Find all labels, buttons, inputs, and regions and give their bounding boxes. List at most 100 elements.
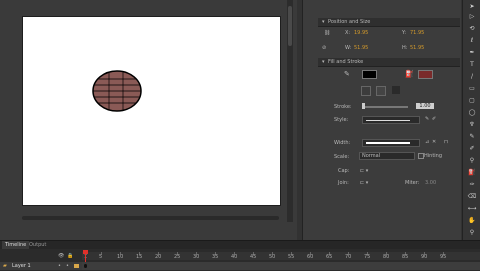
stage-svg — [92, 70, 142, 112]
frame-number: 75 — [364, 254, 371, 260]
width-options-icon[interactable]: ⊓ — [444, 139, 448, 145]
lasso-tool-icon[interactable]: ℓ — [463, 36, 480, 46]
playhead-handle[interactable] — [83, 250, 88, 254]
width-tool-icon[interactable]: ⊿ — [425, 139, 429, 145]
paint-brush-tool-icon[interactable]: ✐ — [463, 144, 480, 154]
stroke-slider[interactable] — [364, 106, 408, 108]
tab-output[interactable]: Output — [26, 241, 49, 249]
cap-dropdown[interactable]: ⊏ ▾ — [360, 168, 368, 174]
stroke-label: Stroke: — [334, 104, 352, 110]
bucket-icon: ⛽ — [405, 70, 414, 78]
y-field[interactable]: 71.95 — [410, 30, 424, 36]
cap-label: Cap: — [338, 168, 350, 174]
frame-number: 45 — [250, 254, 257, 260]
text-tool-icon[interactable]: T — [463, 60, 480, 70]
y-label: Y: — [402, 30, 407, 36]
show-hide-icon[interactable]: 👁 — [58, 253, 64, 259]
vertical-scroll-thumb[interactable] — [288, 6, 292, 46]
subselection-tool-icon[interactable]: ▷ — [463, 12, 480, 22]
width-delete-icon[interactable]: ✕ — [432, 139, 436, 145]
brush-library-icon[interactable]: ✐ — [432, 116, 436, 122]
fill-stroke-chevron-icon: ▾ — [322, 59, 325, 65]
layer-icon: ▰ — [3, 263, 7, 269]
stroke-value-field[interactable]: 1.00 — [416, 103, 434, 109]
style-dropdown[interactable] — [362, 116, 420, 124]
stroke-color-swatch[interactable] — [362, 70, 377, 79]
keyframe[interactable] — [84, 264, 87, 268]
position-size-title: Position and Size — [328, 19, 371, 25]
lock-icon[interactable]: ⊘ — [322, 45, 326, 51]
frame-number: 55 — [288, 254, 295, 260]
pen-tool-icon[interactable]: ✒ — [463, 48, 480, 58]
scale-label: Scale: — [334, 154, 350, 160]
pencil-icon: ✎ — [344, 70, 350, 78]
h-label: H: — [402, 45, 408, 51]
frame-number: 15 — [136, 254, 143, 260]
width-label: Width: — [334, 140, 351, 146]
join-dropdown[interactable]: ⊏ ▾ — [360, 180, 368, 186]
miter-field[interactable]: 3.00 — [425, 180, 436, 186]
link-icon[interactable]: ⛓ — [324, 30, 330, 36]
frame-number: 5 — [99, 254, 103, 260]
no-color-button[interactable] — [392, 86, 400, 94]
layer-visibility-icon[interactable]: • — [58, 263, 61, 269]
x-field[interactable]: 19.95 — [354, 30, 368, 36]
bone-tool-icon[interactable]: ⚲ — [463, 156, 480, 166]
style-label: Style: — [334, 117, 349, 123]
fill-color-swatch[interactable] — [418, 70, 433, 79]
w-label: W: — [345, 45, 352, 51]
w-field[interactable]: 51.95 — [354, 45, 368, 51]
x-label: X: — [345, 30, 351, 36]
hinting-label: Hinting — [424, 153, 443, 159]
free-transform-tool-icon[interactable]: ⟲ — [463, 24, 480, 34]
layer-name[interactable]: Layer 1 — [12, 263, 31, 269]
tools-panel: ➤ ▷ ⟲ ℓ ✒ T / ▭ ▢ ◯ ♆ ✎ ✐ ⚲ ⛽ ✑ ⌫ ⟷ ✋ ⚲ — [462, 0, 480, 240]
frame-number: 80 — [383, 254, 390, 260]
frame-number: 85 — [402, 254, 409, 260]
frame-number: 10 — [117, 254, 124, 260]
join-label: Join: — [338, 180, 349, 186]
frame-number: 60 — [307, 254, 314, 260]
pencil-tool-icon[interactable]: ✎ — [463, 132, 480, 142]
frame-number: 20 — [155, 254, 162, 260]
scale-dropdown[interactable]: Normal — [359, 152, 415, 160]
paint-bucket-tool-icon[interactable]: ⛽ — [463, 168, 480, 178]
position-size-chevron-icon: ▾ — [322, 19, 325, 25]
zoom-tool-icon[interactable]: ⚲ — [463, 228, 480, 238]
horizontal-scrollbar[interactable] — [22, 216, 279, 220]
stroke-slider-handle[interactable] — [362, 103, 365, 109]
scale-value: Normal — [362, 153, 381, 159]
frame-number: 90 — [421, 254, 428, 260]
default-colors-button[interactable] — [376, 86, 386, 96]
timeline-tab-bar — [0, 241, 480, 249]
edit-style-icon[interactable]: ✎ — [425, 116, 429, 122]
layer-lock-icon[interactable]: • — [66, 263, 69, 269]
oval-tool-icon[interactable]: ◯ — [463, 108, 480, 118]
swap-colors-button[interactable] — [361, 86, 371, 96]
rectangle-tool-icon[interactable]: ▭ — [463, 84, 480, 94]
line-tool-icon[interactable]: / — [463, 72, 480, 82]
width-dropdown[interactable] — [362, 139, 420, 147]
frame-number: 70 — [345, 254, 352, 260]
frame-number: 35 — [212, 254, 219, 260]
panel-scroll-indicator — [440, 130, 446, 136]
frame-number: 25 — [174, 254, 181, 260]
lock-all-icon[interactable]: 🔒 — [67, 253, 73, 259]
eyedropper-tool-icon[interactable]: ✑ — [463, 180, 480, 190]
eraser-tool-icon[interactable]: ⌫ — [463, 192, 480, 202]
frame-number: 65 — [326, 254, 333, 260]
h-field[interactable]: 51.95 — [410, 45, 424, 51]
layer-frames[interactable] — [82, 262, 480, 270]
selection-tool-icon[interactable]: ➤ — [463, 2, 480, 12]
hand-tool-icon[interactable]: ✋ — [463, 216, 480, 226]
width-tool-icon-2[interactable]: ⟷ — [463, 204, 480, 214]
brush-tool-icon[interactable]: ♆ — [463, 120, 480, 130]
miter-label: Miter: — [405, 180, 420, 186]
layer-color-icon[interactable] — [74, 264, 79, 268]
frame-number: 30 — [193, 254, 200, 260]
frame-number: 50 — [269, 254, 276, 260]
rectangle-primitive-tool-icon[interactable]: ▢ — [463, 96, 480, 106]
stage-canvas[interactable] — [22, 16, 281, 206]
frame-number: 95 — [440, 254, 447, 260]
frame-number: 40 — [231, 254, 238, 260]
